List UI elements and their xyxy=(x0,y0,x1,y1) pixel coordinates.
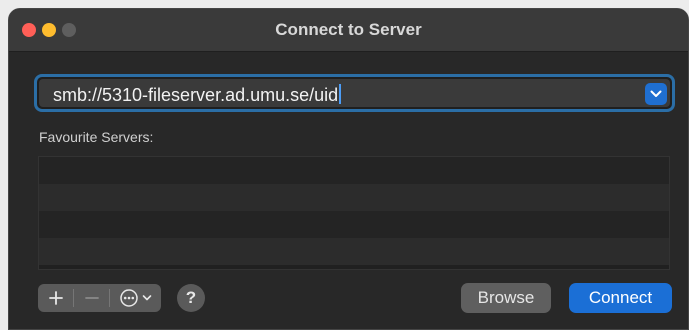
favourite-servers-list[interactable] xyxy=(38,156,670,270)
add-favourite-button[interactable] xyxy=(38,284,73,312)
plus-icon xyxy=(48,291,63,305)
list-item[interactable] xyxy=(39,184,669,211)
text-caret xyxy=(339,84,342,104)
ellipsis-circle-icon xyxy=(120,289,138,307)
server-address-input-box[interactable]: smb://5310-fileserver.ad.umu.se/uid xyxy=(39,79,670,107)
window-title: Connect to Server xyxy=(275,20,422,39)
server-address-field[interactable]: smb://5310-fileserver.ad.umu.se/uid xyxy=(34,74,675,112)
connect-button[interactable]: Connect xyxy=(569,283,672,313)
browse-button[interactable]: Browse xyxy=(461,283,551,313)
remove-favourite-button[interactable] xyxy=(74,284,109,312)
favourites-toolbar xyxy=(38,284,161,312)
favourite-servers-label: Favourite Servers: xyxy=(39,129,154,145)
chevron-down-icon xyxy=(142,295,152,301)
recent-servers-dropdown-button[interactable] xyxy=(645,83,667,105)
title-bar: Connect to Server xyxy=(9,9,688,52)
list-item[interactable] xyxy=(39,238,669,265)
action-menu-button[interactable] xyxy=(110,284,161,312)
list-item[interactable] xyxy=(39,211,669,238)
minus-icon xyxy=(84,297,99,299)
server-address-input[interactable]: smb://5310-fileserver.ad.umu.se/uid xyxy=(53,84,342,106)
chevron-down-icon xyxy=(650,90,662,97)
connect-to-server-window: Connect to Server smb://5310-fileserver.… xyxy=(8,8,689,330)
server-address-value: smb://5310-fileserver.ad.umu.se/uid xyxy=(53,85,339,105)
list-item[interactable] xyxy=(39,157,669,184)
help-button[interactable]: ? xyxy=(177,284,205,312)
